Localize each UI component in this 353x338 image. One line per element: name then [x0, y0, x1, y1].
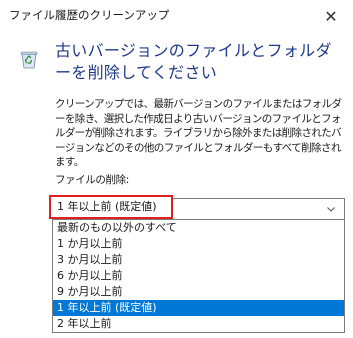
dialog-heading: 古いバージョンのファイルとフォルダーを削除してください — [55, 41, 332, 82]
chevron-down-icon — [327, 207, 335, 212]
cleanup-dialog: ファイル履歴のクリーンアップ ✕ 古いバージョンのファイルとフォルダーを削除して… — [0, 0, 353, 338]
title-bar[interactable]: ファイル履歴のクリーンアップ ✕ — [0, 0, 353, 32]
dropdown-option[interactable]: 6 か月以上前 — [53, 268, 344, 284]
dropdown-option[interactable]: 9 か月以上前 — [53, 284, 344, 300]
window-title: ファイル履歴のクリーンアップ — [9, 8, 170, 22]
dropdown-option[interactable]: 1 か月以上前 — [53, 236, 344, 252]
dropdown-option[interactable]: 最新のもの以外のすべて — [53, 220, 344, 236]
dropdown-option[interactable]: 3 か月以上前 — [53, 252, 344, 268]
dropdown-selected-value: 1 年以上前 (既定値) — [49, 195, 173, 219]
delete-files-label: ファイルの削除: — [55, 174, 129, 186]
dropdown-option-selected[interactable]: 1 年以上前 (既定値) — [53, 300, 344, 316]
dropdown-option[interactable]: 2 年以上前 — [53, 316, 344, 332]
dropdown-list: 最新のもの以外のすべて 1 か月以上前 3 か月以上前 6 か月以上前 9 か月… — [52, 220, 345, 333]
recycle-bin-icon — [20, 51, 38, 69]
close-button[interactable]: ✕ — [317, 2, 345, 30]
cleanup-description: クリーンアップでは、最新バージョンのファイルまたはフォルダーを除き、選択した作成… — [55, 98, 342, 169]
close-icon: ✕ — [324, 6, 338, 26]
age-dropdown[interactable]: 1 年以上前 (既定値) — [49, 195, 345, 220]
